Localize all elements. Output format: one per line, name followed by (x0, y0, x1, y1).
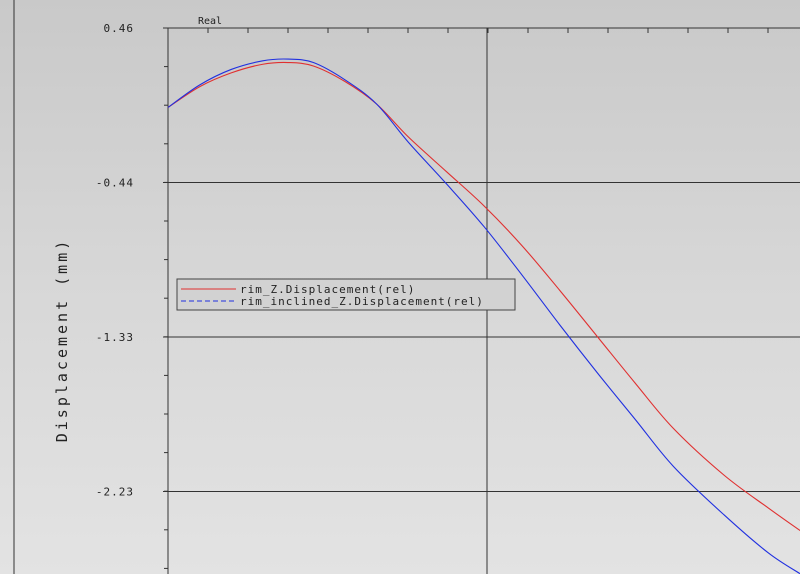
y-tick-label: 0.46 (104, 22, 135, 35)
chart-title: Real (198, 16, 222, 27)
series-line-2 (167, 58, 800, 574)
y-tick-label: -0.44 (96, 177, 134, 190)
legend[interactable]: rim_Z.Displacement(rel) rim_inclined_Z.D… (176, 278, 516, 311)
series-layer (167, 58, 800, 574)
y-tick-label: -1.33 (96, 331, 134, 344)
displacement-chart: 0.46 -0.44 -1.33 -2.23 Real Displacement (m… (13, 0, 800, 574)
y-tick-label: -2.23 (96, 486, 134, 499)
legend-label-series-2: rim_inclined_Z.Displacement(rel) (240, 295, 484, 308)
y-axis-label: Displacement (mm) (53, 238, 71, 443)
